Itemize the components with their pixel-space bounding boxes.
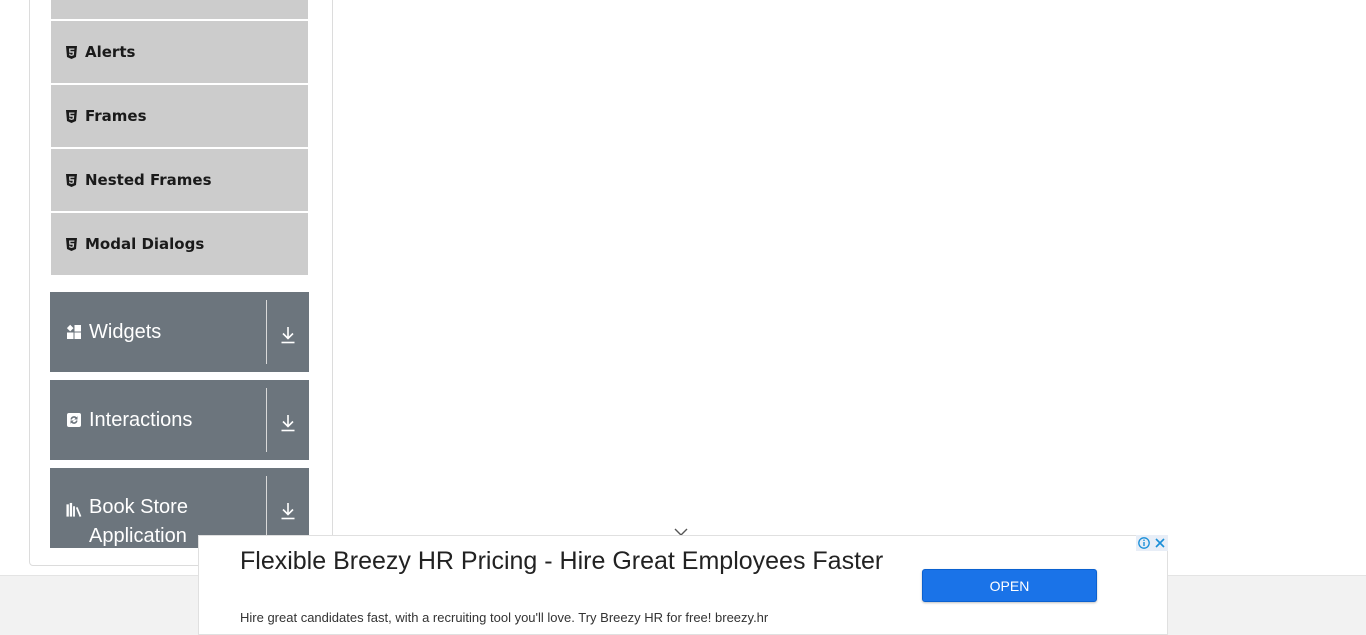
group-label: Interactions	[89, 408, 193, 431]
sub-item-partial[interactable]	[51, 0, 308, 19]
ad-open-button[interactable]: OPEN	[922, 569, 1097, 602]
close-icon[interactable]	[1152, 535, 1168, 551]
ad-banner[interactable]: Flexible Breezy HR Pricing - Hire Great …	[198, 535, 1168, 635]
html5-icon	[65, 237, 77, 251]
sidebar-item-frames[interactable]: Frames	[51, 85, 308, 147]
ad-description[interactable]: Hire great candidates fast, with a recru…	[240, 610, 768, 625]
chevron-down-icon[interactable]	[674, 522, 688, 536]
sidebar-item-nested-frames[interactable]: Nested Frames	[51, 149, 308, 211]
html5-icon	[65, 45, 77, 59]
download-arrow-icon[interactable]	[267, 292, 309, 372]
sidebar-item-modal-dialogs[interactable]: Modal Dialogs	[51, 213, 308, 275]
group-label: Book Store Application	[89, 493, 188, 548]
page: Alerts Frames Nested Frames Modal Dialog…	[0, 0, 1366, 635]
html5-icon	[65, 109, 77, 123]
sidebar-item-alerts[interactable]: Alerts	[51, 21, 308, 83]
group-widgets[interactable]: Widgets	[50, 292, 309, 372]
sidebar-item-label: Nested Frames	[85, 171, 212, 189]
ad-title[interactable]: Flexible Breezy HR Pricing - Hire Great …	[240, 545, 890, 577]
group-label: Widgets	[89, 320, 162, 343]
html5-icon	[65, 173, 77, 187]
info-icon[interactable]	[1136, 535, 1152, 551]
group-label-line2: Application	[89, 525, 187, 547]
group-label-line1: Book Store	[89, 496, 188, 518]
books-icon	[66, 502, 82, 518]
interactions-icon	[66, 412, 82, 428]
widgets-icon	[66, 324, 82, 340]
sidebar-item-label: Alerts	[85, 43, 136, 61]
group-interactions[interactable]: Interactions	[50, 380, 309, 460]
sidebar-item-label: Frames	[85, 107, 147, 125]
group-header[interactable]: Interactions	[50, 380, 266, 460]
sidebar-item-label: Modal Dialogs	[85, 235, 205, 253]
download-arrow-icon[interactable]	[267, 380, 309, 460]
group-header[interactable]: Widgets	[50, 292, 266, 372]
